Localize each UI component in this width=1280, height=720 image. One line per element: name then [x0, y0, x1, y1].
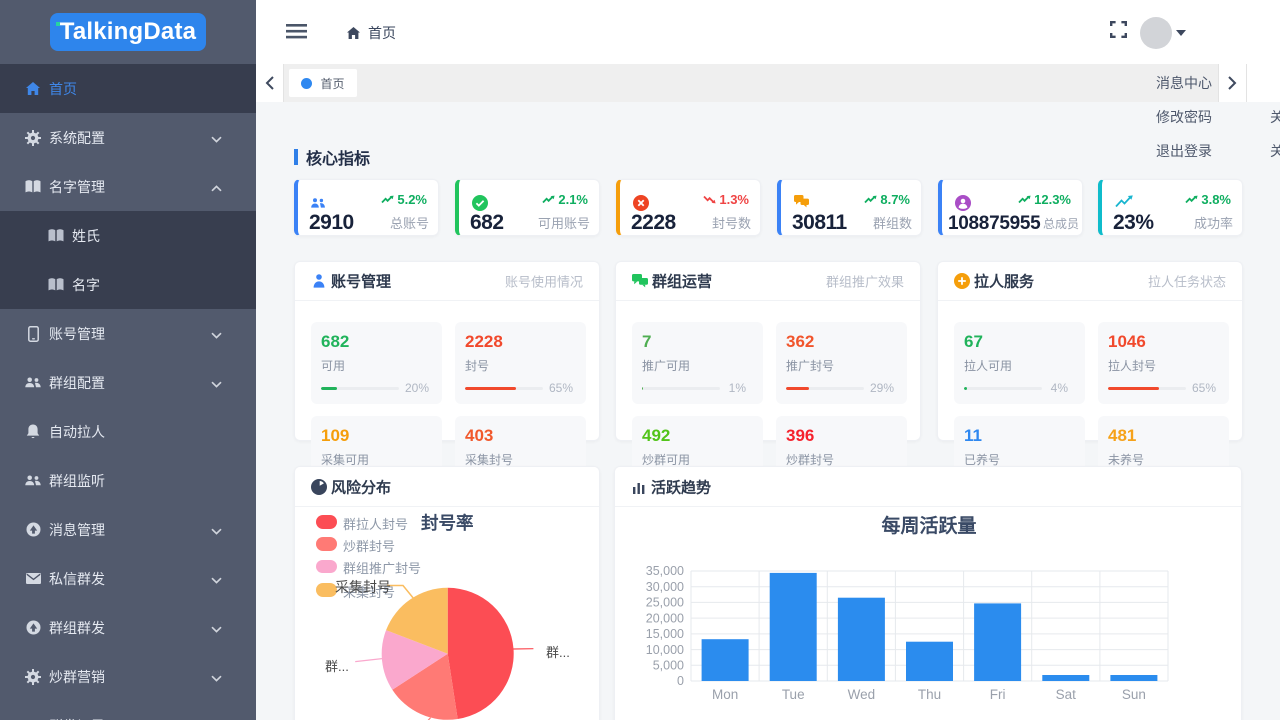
svg-text:10,000: 10,000 — [646, 643, 684, 657]
svg-text:Sun: Sun — [1122, 687, 1146, 702]
svg-text:5,000: 5,000 — [653, 659, 684, 673]
svg-text:Fri: Fri — [990, 687, 1006, 702]
svg-text:35,000: 35,000 — [646, 564, 684, 578]
svg-text:0: 0 — [677, 674, 684, 688]
svg-text:25,000: 25,000 — [646, 596, 684, 610]
svg-text:Thu: Thu — [918, 687, 941, 702]
svg-text:Sat: Sat — [1056, 687, 1077, 702]
svg-text:Tue: Tue — [782, 687, 805, 702]
svg-text:20,000: 20,000 — [646, 611, 684, 625]
svg-text:30,000: 30,000 — [646, 580, 684, 594]
svg-text:Mon: Mon — [712, 687, 738, 702]
svg-text:Wed: Wed — [848, 687, 876, 702]
svg-text:15,000: 15,000 — [646, 627, 684, 641]
